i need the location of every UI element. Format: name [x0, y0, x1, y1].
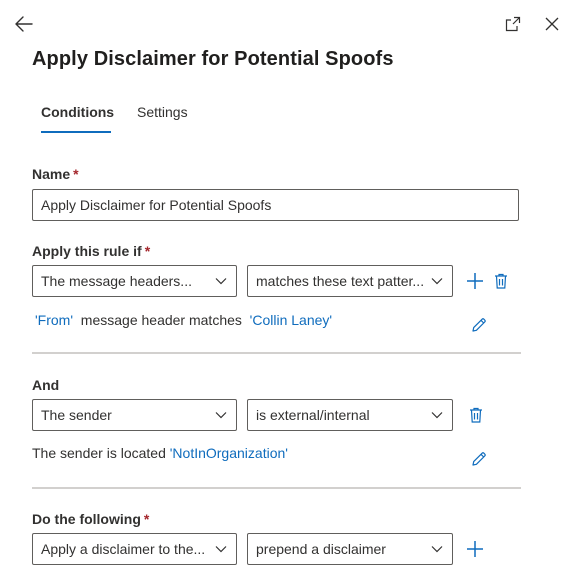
do-following-label: Do the following *	[32, 511, 150, 527]
condition-operator-value: matches these text patter...	[256, 273, 425, 289]
popout-icon	[505, 16, 521, 32]
chevron-down-icon	[431, 412, 443, 419]
name-label: Name *	[32, 166, 79, 182]
close-button[interactable]	[541, 13, 563, 35]
action-option-value: prepend a disclaimer	[256, 541, 386, 557]
add-condition-button[interactable]	[465, 271, 485, 291]
required-asterisk: *	[143, 511, 150, 527]
edit-and-condition-button[interactable]	[469, 449, 489, 469]
chevron-down-icon	[215, 412, 227, 419]
tab-settings[interactable]: Settings	[137, 104, 188, 120]
chevron-down-icon	[431, 278, 443, 285]
delete-condition-button[interactable]	[491, 271, 511, 291]
back-button[interactable]	[12, 12, 36, 36]
and-condition-value: The sender	[41, 407, 112, 423]
condition-description: 'From' message header matches 'Collin La…	[35, 312, 333, 328]
arrow-left-icon	[15, 16, 33, 32]
pencil-icon	[472, 452, 486, 466]
header-name-link[interactable]: 'From'	[35, 312, 73, 328]
plus-icon	[467, 273, 483, 289]
popout-button[interactable]	[502, 13, 524, 35]
chevron-down-icon	[215, 278, 227, 285]
action-dropdown-value: Apply a disclaimer to the...	[41, 541, 206, 557]
condition-operator-dropdown[interactable]: matches these text patter...	[247, 265, 453, 297]
add-action-button[interactable]	[465, 539, 485, 559]
action-option-dropdown[interactable]: prepend a disclaimer	[247, 533, 453, 565]
pattern-value-link[interactable]: 'Collin Laney'	[250, 312, 332, 328]
delete-and-condition-button[interactable]	[466, 405, 486, 425]
and-operator-value: is external/internal	[256, 407, 370, 423]
condition-dropdown[interactable]: The message headers...	[32, 265, 237, 297]
plus-icon	[467, 541, 483, 557]
trash-icon	[470, 407, 482, 423]
required-asterisk: *	[73, 166, 79, 182]
section-divider	[32, 487, 521, 489]
chevron-down-icon	[431, 546, 443, 553]
section-divider	[32, 352, 521, 354]
tab-conditions[interactable]: Conditions	[41, 104, 114, 120]
and-label: And	[32, 377, 60, 393]
and-operator-dropdown[interactable]: is external/internal	[247, 399, 453, 431]
close-icon	[545, 17, 559, 31]
and-condition-description: The sender is located 'NotInOrganization…	[32, 445, 288, 461]
location-value-link[interactable]: 'NotInOrganization'	[170, 445, 288, 461]
edit-condition-button[interactable]	[469, 315, 489, 335]
pencil-icon	[472, 318, 486, 332]
required-asterisk: *	[144, 243, 151, 259]
action-dropdown[interactable]: Apply a disclaimer to the...	[32, 533, 237, 565]
name-input[interactable]: Apply Disclaimer for Potential Spoofs	[32, 189, 519, 221]
page-title: Apply Disclaimer for Potential Spoofs	[32, 48, 394, 70]
chevron-down-icon	[215, 546, 227, 553]
trash-icon	[495, 273, 507, 289]
apply-rule-label: Apply this rule if *	[32, 243, 151, 259]
condition-dropdown-value: The message headers...	[41, 273, 192, 289]
tab-active-indicator	[41, 131, 111, 133]
and-condition-dropdown[interactable]: The sender	[32, 399, 237, 431]
